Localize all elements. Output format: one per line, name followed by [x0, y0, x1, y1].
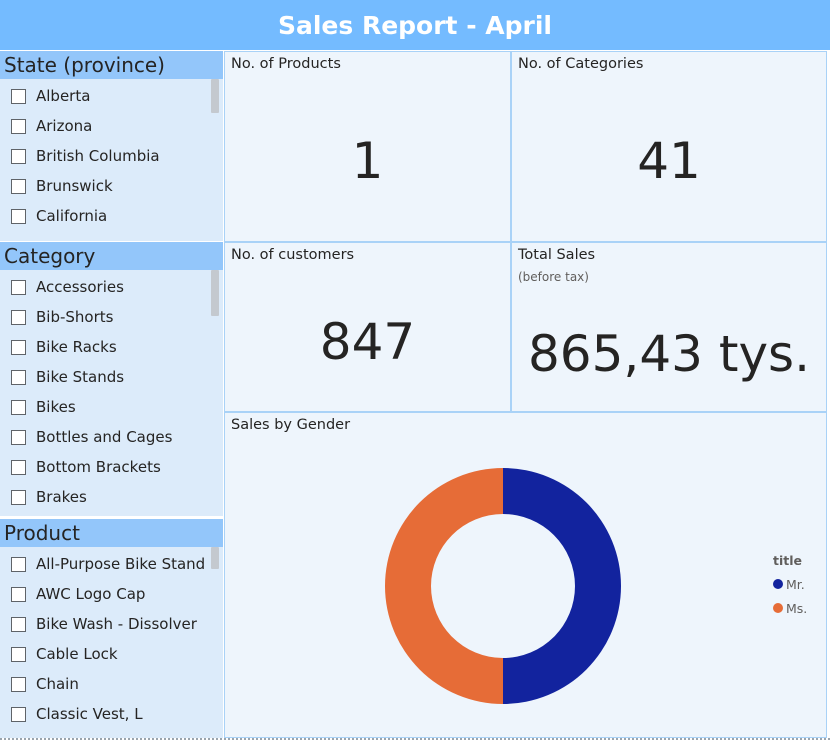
products-card-title: No. of Products [231, 56, 341, 72]
product-item-label: All-Purpose Bike Stand [36, 555, 206, 573]
checkbox[interactable] [11, 646, 26, 662]
checkbox[interactable] [11, 369, 26, 385]
state-slicer-scrollbar[interactable] [211, 79, 219, 113]
product-item-all-purpose-bike-stand[interactable]: All-Purpose Bike Stand [0, 549, 223, 579]
legend-item-ms[interactable]: Ms. [773, 596, 807, 620]
state-item-label: Brunswick [36, 177, 113, 195]
state-item-arizona[interactable]: Arizona [0, 111, 223, 141]
state-item-label: Alberta [36, 87, 91, 105]
product-item-bike-wash[interactable]: Bike Wash - Dissolver [0, 609, 223, 639]
sales-card[interactable]: Total Sales (before tax) 865,43 tys. [511, 242, 827, 412]
checkbox[interactable] [11, 339, 26, 355]
product-item-label: AWC Logo Cap [36, 585, 146, 603]
product-item-label: Bike Wash - Dissolver [36, 615, 197, 633]
chart-legend: title Mr. Ms. [773, 553, 807, 620]
category-item-label: Bib-Shorts [36, 308, 114, 326]
state-item-british-columbia[interactable]: British Columbia [0, 141, 223, 171]
checkbox[interactable] [11, 429, 26, 445]
category-item-bike-racks[interactable]: Bike Racks [0, 332, 223, 362]
product-item-chain[interactable]: Chain [0, 669, 223, 699]
product-item-label: Classic Vest, L [36, 705, 143, 723]
checkbox[interactable] [11, 279, 26, 295]
checkbox[interactable] [11, 459, 26, 475]
category-item-label: Brakes [36, 488, 87, 506]
categories-card-value: 41 [637, 132, 701, 190]
categories-card-title: No. of Categories [518, 56, 644, 72]
customers-card[interactable]: No. of customers 847 [224, 242, 511, 412]
sales-card-value: 865,43 tys. [528, 325, 810, 383]
category-item-bib-shorts[interactable]: Bib-Shorts [0, 302, 223, 332]
category-item-label: Bottom Brackets [36, 458, 161, 476]
category-slicer-title: Category [0, 242, 223, 270]
report-title: Sales Report - April [277, 10, 553, 40]
product-slicer-list[interactable]: All-Purpose Bike Stand AWC Logo Cap Bike… [0, 547, 223, 729]
checkbox[interactable] [11, 88, 26, 104]
product-item-cable-lock[interactable]: Cable Lock [0, 639, 223, 669]
checkbox[interactable] [11, 118, 26, 134]
state-slicer: State (province) Alberta Arizona British… [0, 51, 223, 241]
legend-dot-mr [773, 579, 783, 589]
checkbox[interactable] [11, 616, 26, 632]
product-slicer-scrollbar[interactable] [211, 547, 219, 569]
checkbox[interactable] [11, 399, 26, 415]
legend-title: title [773, 553, 802, 568]
category-slicer-list[interactable]: Accessories Bib-Shorts Bike Racks Bike S… [0, 270, 223, 512]
checkbox[interactable] [11, 208, 26, 224]
state-item-label: Arizona [36, 117, 93, 135]
donut-slice-ms[interactable] [385, 468, 503, 704]
products-card-value: 1 [351, 132, 384, 190]
report-header: Sales Report - April [0, 0, 830, 50]
checkbox[interactable] [11, 586, 26, 602]
state-item-brunswick[interactable]: Brunswick [0, 171, 223, 201]
category-item-bike-stands[interactable]: Bike Stands [0, 362, 223, 392]
donut-svg [385, 468, 621, 704]
legend-label-ms: Ms. [786, 600, 808, 616]
state-item-label: California [36, 207, 108, 225]
checkbox[interactable] [11, 148, 26, 164]
product-item-classic-vest[interactable]: Classic Vest, L [0, 699, 223, 729]
checkbox[interactable] [11, 489, 26, 505]
state-slicer-title: State (province) [0, 51, 223, 79]
product-item-awc-logo-cap[interactable]: AWC Logo Cap [0, 579, 223, 609]
checkbox[interactable] [11, 676, 26, 692]
state-item-alberta[interactable]: Alberta [0, 81, 223, 111]
category-item-label: Bikes [36, 398, 76, 416]
category-slicer-scrollbar[interactable] [211, 270, 219, 316]
checkbox[interactable] [11, 178, 26, 194]
chart-title: Sales by Gender [231, 417, 351, 433]
customers-card-value: 847 [319, 313, 416, 371]
donut-slice-mr[interactable] [503, 468, 621, 704]
legend-label-mr: Mr. [786, 576, 805, 592]
legend-item-mr[interactable]: Mr. [773, 572, 807, 596]
sales-card-title: Total Sales [518, 247, 596, 263]
category-slicer: Category Accessories Bib-Shorts Bike Rac… [0, 242, 223, 516]
product-item-label: Cable Lock [36, 645, 118, 663]
legend-dot-ms [773, 603, 783, 613]
gender-chart-card[interactable]: Sales by Gender title Mr. Ms. [224, 412, 827, 738]
category-item-accessories[interactable]: Accessories [0, 272, 223, 302]
category-item-bikes[interactable]: Bikes [0, 392, 223, 422]
category-item-label: Accessories [36, 278, 124, 296]
products-card[interactable]: No. of Products 1 [224, 51, 511, 242]
category-item-bottom-brackets[interactable]: Bottom Brackets [0, 452, 223, 482]
categories-card[interactable]: No. of Categories 41 [511, 51, 827, 242]
state-item-label: British Columbia [36, 147, 160, 165]
checkbox[interactable] [11, 309, 26, 325]
state-slicer-list[interactable]: Alberta Arizona British Columbia Brunswi… [0, 79, 223, 231]
product-slicer: Product All-Purpose Bike Stand AWC Logo … [0, 519, 223, 738]
category-item-brakes[interactable]: Brakes [0, 482, 223, 512]
category-item-label: Bottles and Cages [36, 428, 173, 446]
product-slicer-title: Product [0, 519, 223, 547]
donut-chart [385, 468, 625, 712]
product-item-label: Chain [36, 675, 79, 693]
category-item-bottles-and-cages[interactable]: Bottles and Cages [0, 422, 223, 452]
customers-card-title: No. of customers [231, 247, 355, 263]
sales-card-subtitle: (before tax) [518, 270, 589, 284]
state-item-california[interactable]: California [0, 201, 223, 231]
category-item-label: Bike Stands [36, 368, 125, 386]
checkbox[interactable] [11, 706, 26, 722]
checkbox[interactable] [11, 556, 26, 572]
category-item-label: Bike Racks [36, 338, 117, 356]
